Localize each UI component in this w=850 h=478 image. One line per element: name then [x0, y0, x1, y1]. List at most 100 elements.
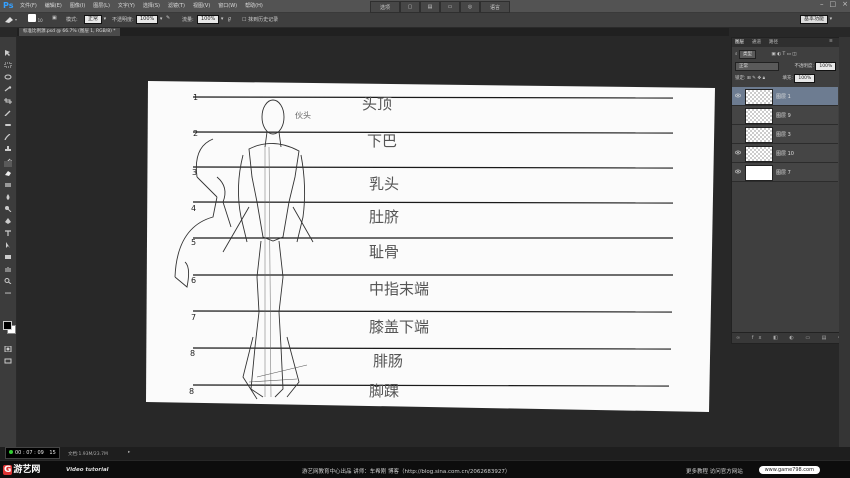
- menu-type[interactable]: 文字(Y): [118, 2, 135, 9]
- erase-history-label: 抹到历史记录: [248, 17, 279, 23]
- filter-icons[interactable]: ▣ ◐ T ▭ ◫: [771, 52, 796, 57]
- arrange-icon[interactable]: ▤: [420, 1, 440, 13]
- tab-channels[interactable]: 通道: [752, 39, 761, 45]
- brush-panel-icon[interactable]: ▣: [52, 15, 57, 21]
- menu-filter[interactable]: 滤镜(T): [168, 2, 185, 9]
- dodge-tool-icon[interactable]: [4, 197, 12, 213]
- label-navel: 肚脐: [369, 208, 399, 226]
- canvas-area[interactable]: 1 2 3 4 5 6 7 8 8 头顶 下巴 乳头 肚脐 耻骨 中指末端 膝盖…: [17, 37, 729, 447]
- recorder-widget: 00 : 07 : 09 15: [5, 447, 60, 459]
- menu-edit[interactable]: 编辑(E): [45, 2, 62, 9]
- globe-icon[interactable]: ◎: [460, 1, 480, 13]
- brand-name: 游艺网: [13, 465, 41, 475]
- layer-row[interactable]: 图层 3: [732, 125, 838, 144]
- layer-name: 图层 7: [776, 170, 791, 176]
- more-tutorials-text: 更多教程 访问官方网站: [686, 469, 743, 475]
- pressure-opacity-icon[interactable]: ✎: [166, 15, 170, 21]
- menu-help[interactable]: 帮助(H): [245, 2, 263, 9]
- eye-icon[interactable]: [735, 93, 741, 98]
- label-pubic: 耻骨: [369, 243, 399, 261]
- quick-select-tool-icon[interactable]: [4, 77, 12, 92]
- layer-thumbnail: [745, 108, 773, 124]
- document-tab[interactable]: 标准比例源.psd @ 66.7% (图层 1, RGB/8) *: [19, 28, 120, 36]
- workspace-select[interactable]: 基本功能 ▾: [800, 15, 832, 24]
- menu-layer[interactable]: 图层(L): [93, 2, 110, 9]
- gradient-tool-icon[interactable]: [4, 173, 12, 187]
- document-info[interactable]: 文档:1.93M/23.7M: [68, 451, 108, 457]
- lock-row: 锁定: ⊞ ✎ ✥ 🔒︎ 填充: 100%: [735, 74, 816, 83]
- options-bar: 10 ▣ 模式: 正常 ▾ 不透明度: 100% ▾ ✎ 流量: 100% ▾ …: [0, 13, 850, 28]
- eraser-tool-icon[interactable]: [4, 15, 18, 26]
- history-brush-tool-icon[interactable]: [4, 149, 13, 165]
- hand-tool-icon[interactable]: [4, 257, 12, 272]
- layer-row[interactable]: 图层 10: [732, 144, 838, 163]
- layer-name: 图层 9: [776, 113, 791, 119]
- layer-row[interactable]: 图层 7: [732, 163, 838, 182]
- blend-mode-select[interactable]: 正常: [735, 62, 779, 71]
- tab-layers[interactable]: 图层: [735, 39, 744, 45]
- menu-view[interactable]: 视图(V): [193, 2, 210, 9]
- mode-select[interactable]: 正常 ▾: [84, 15, 106, 24]
- quick-mask-icon[interactable]: [4, 337, 12, 353]
- lasso-tool-icon[interactable]: [4, 65, 12, 80]
- workspace-switcher: 选项 ▢ ▤ ▭ ◎ 语言: [370, 1, 510, 13]
- blur-tool-icon[interactable]: [4, 185, 12, 200]
- menu-file[interactable]: 文件(F): [20, 2, 37, 9]
- marquee-tool-icon[interactable]: [4, 53, 12, 68]
- maximize-icon[interactable]: □: [830, 0, 837, 8]
- site-url[interactable]: www.game798.com: [758, 466, 820, 474]
- menu-window[interactable]: 窗口(W): [218, 2, 237, 9]
- layer-row[interactable]: 图层 1: [732, 87, 838, 106]
- screen-mode-icon[interactable]: [4, 349, 12, 364]
- zoom-tool-icon[interactable]: [4, 269, 12, 285]
- menu-image[interactable]: 图像(I): [70, 2, 85, 9]
- recorder-count: 15: [49, 450, 56, 456]
- window-controls: – □ ×: [820, 0, 848, 8]
- layer-action-icons[interactable]: ∞ fx ◧ ◐ ▭ ▤ ⌫: [736, 335, 850, 341]
- view-mode-icon[interactable]: ▢: [400, 1, 420, 13]
- label-knee-bottom: 膝盖下端: [369, 318, 429, 336]
- opacity-label: 不透明度:: [112, 17, 134, 23]
- layer-row[interactable]: 图层 9: [732, 106, 838, 125]
- kind-filter-select[interactable]: 类型: [738, 50, 756, 59]
- pen-tool-icon[interactable]: [4, 209, 12, 224]
- eyedropper-tool-icon[interactable]: [4, 101, 12, 117]
- more-tools-icon[interactable]: [4, 281, 12, 294]
- path-selection-tool-icon[interactable]: [4, 233, 12, 248]
- crop-tool-icon[interactable]: [4, 89, 12, 104]
- flow-field[interactable]: 100% ▾: [197, 15, 223, 24]
- close-icon[interactable]: ×: [842, 0, 848, 8]
- layer-opacity-field[interactable]: 100%: [815, 62, 837, 71]
- foreground-color-swatch[interactable]: [3, 321, 12, 330]
- brush-size: 10: [37, 18, 43, 23]
- lock-icons[interactable]: ⊞ ✎ ✥ 🔒︎: [747, 76, 765, 81]
- type-tool-icon[interactable]: [4, 221, 12, 236]
- airbrush-icon[interactable]: ℊ: [227, 15, 232, 22]
- status-arrow-icon[interactable]: ▸: [128, 450, 130, 455]
- shape-tool-icon[interactable]: [4, 245, 12, 259]
- minimize-icon[interactable]: –: [820, 0, 824, 8]
- opacity-value: 100%: [136, 15, 159, 24]
- move-tool-icon[interactable]: [4, 41, 12, 56]
- tab-paths[interactable]: 路径: [769, 39, 778, 45]
- opacity-field[interactable]: 100% ▾: [136, 15, 162, 24]
- erase-history-checkbox[interactable]: ☐ 抹到历史记录: [242, 16, 278, 23]
- fill-field[interactable]: 100%: [794, 74, 816, 83]
- eraser-tool-icon[interactable]: [4, 161, 12, 176]
- clone-stamp-tool-icon[interactable]: [4, 137, 12, 151]
- panel-menu-icon[interactable]: ≡: [829, 39, 833, 44]
- brush-preset-picker[interactable]: 10: [28, 14, 43, 24]
- eye-icon[interactable]: [735, 169, 741, 174]
- eye-icon[interactable]: [735, 150, 741, 155]
- layer-name: 图层 10: [776, 151, 794, 157]
- menu-select[interactable]: 选择(S): [143, 2, 160, 9]
- label-calf: 腓肠: [373, 352, 403, 370]
- menu-bar: Ps 文件(F) 编辑(E) 图像(I) 图层(L) 文字(Y) 选择(S) 滤…: [0, 0, 850, 13]
- language-button[interactable]: 语言: [480, 1, 510, 13]
- label-head-top: 头顶: [362, 95, 392, 113]
- layers-panel: 图层 通道 路径 ≡ ⌕ 类型 ▣ ◐ T ▭ ◫ 正常 不透明度: 100% …: [731, 37, 845, 344]
- healing-brush-tool-icon[interactable]: [4, 113, 12, 126]
- options-button[interactable]: 选项: [370, 1, 400, 13]
- screen-mode-icon[interactable]: ▭: [440, 1, 460, 13]
- brush-tool-icon[interactable]: [4, 125, 12, 141]
